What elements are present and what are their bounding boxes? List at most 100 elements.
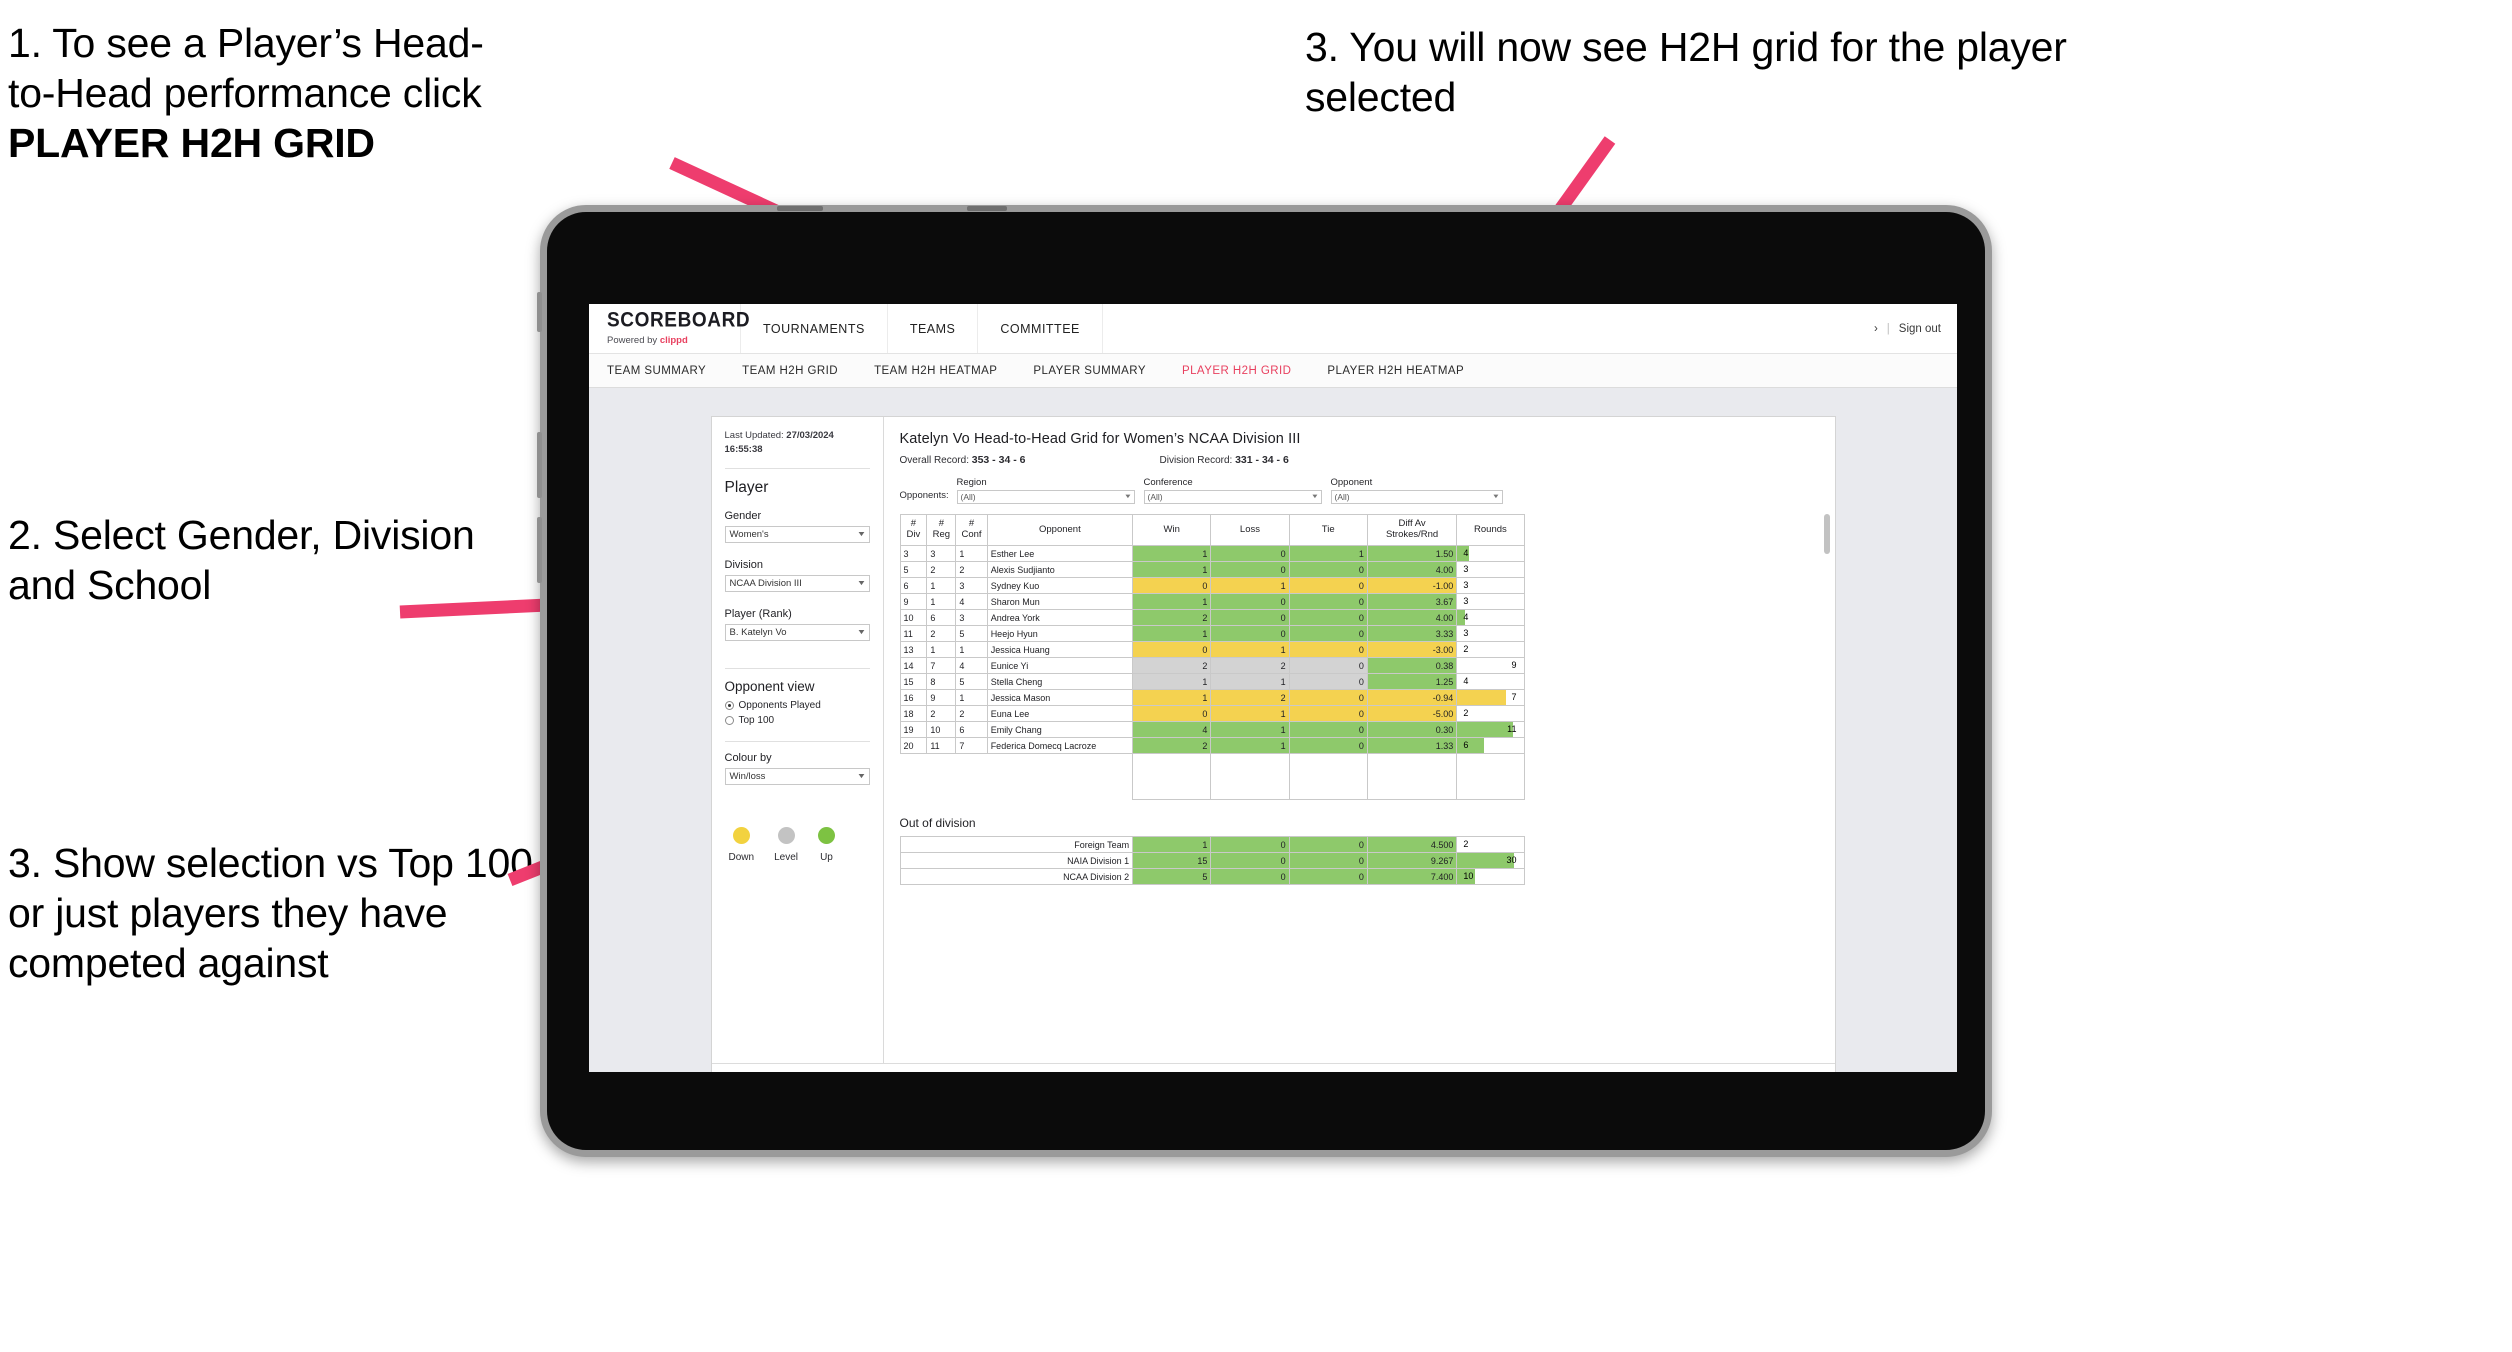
cell-tie: 0 — [1288, 868, 1368, 885]
cell-win: 1 — [1132, 625, 1212, 642]
rect-select-icon[interactable] — [864, 1072, 880, 1073]
table-row[interactable]: 6 1 3 Sydney Kuo 0 1 0 -1.00 3 — [899, 577, 1525, 594]
cell-tie: 0 — [1288, 721, 1368, 738]
player-rank-select[interactable]: B. Katelyn Vo ▼ — [724, 623, 870, 641]
annotation-step-3-right: 3. You will now see H2H grid for the pla… — [1305, 24, 2078, 121]
gender-select[interactable]: Women's ▼ — [724, 525, 870, 543]
table-row[interactable]: 14 7 4 Eunice Yi 2 2 0 0.38 9 — [899, 657, 1525, 674]
pause-icon[interactable] — [836, 1072, 852, 1073]
radio-opponents-played[interactable]: Opponents Played — [724, 700, 870, 711]
opponent-filters: Opponents: Region (All) ▼ Conference (Al… — [900, 477, 1818, 504]
brand-logo[interactable]: SCOREBOARD Powered by clippd — [589, 304, 750, 353]
cell-reg: 9 — [926, 689, 957, 706]
division-select[interactable]: NCAA Division III ▼ — [724, 574, 870, 592]
cell-reg: 11 — [926, 737, 957, 754]
table-row[interactable]: 16 9 1 Jessica Mason 1 2 0 -0.94 7 — [899, 689, 1525, 706]
refresh-icon[interactable] — [808, 1072, 824, 1073]
tab-player-summary[interactable]: PLAYER SUMMARY — [1033, 365, 1168, 377]
annotation-step-1-bold: PLAYER H2H GRID — [8, 120, 375, 167]
chevron-right-icon[interactable]: › — [1874, 323, 1878, 335]
cell-loss: 1 — [1210, 705, 1290, 722]
share-button[interactable]: Share — [1775, 1072, 1823, 1073]
cell-win: 0 — [1132, 577, 1212, 594]
col-tie[interactable]: Tie — [1288, 514, 1368, 546]
sidebar-player-heading: Player — [724, 478, 769, 496]
tab-team-h2h-heatmap[interactable]: TEAM H2H HEATMAP — [874, 365, 1019, 377]
cell-diff: 1.33 — [1366, 737, 1458, 754]
tab-team-h2h-grid[interactable]: TEAM H2H GRID — [742, 365, 860, 377]
share-icon — [1775, 1072, 1791, 1073]
header-separator: | — [1886, 322, 1890, 335]
table-row[interactable]: NCAA Division 2 5 0 0 7.400 10 — [899, 868, 1525, 885]
cell-loss: 0 — [1210, 609, 1290, 626]
table-row[interactable]: 9 1 4 Sharon Mun 1 0 0 3.67 3 — [899, 593, 1525, 610]
region-filter-value: (All) — [960, 492, 976, 502]
colour-by-value: Win/loss — [729, 770, 766, 782]
cell-reg: 1 — [926, 641, 957, 658]
volume-up-button[interactable] — [537, 432, 542, 498]
table-row[interactable]: 18 2 2 Euna Lee 0 1 0 -5.00 2 — [899, 705, 1525, 722]
cell-win: 0 — [1132, 641, 1212, 658]
col-div[interactable]: # Div — [899, 514, 928, 546]
cell-win: 1 — [1132, 689, 1212, 706]
topnav-teams[interactable]: TEAMS — [888, 304, 979, 353]
table-row[interactable]: 10 6 3 Andrea York 2 0 0 4.00 4 — [899, 609, 1525, 626]
table-row[interactable]: 5 2 2 Alexis Sudjianto 1 0 0 4.00 3 — [899, 561, 1525, 578]
radio-top-100[interactable]: Top 100 — [724, 715, 870, 726]
cell-tie: 0 — [1288, 593, 1368, 610]
view-original-button[interactable]: View: Original — [974, 1072, 1057, 1073]
cell-rounds: 2 — [1456, 836, 1525, 853]
clock-icon[interactable] — [933, 1072, 949, 1073]
legend-down-label: Down — [728, 851, 755, 863]
watch-icon — [1621, 1072, 1637, 1073]
download-button[interactable]: ▼ — [1707, 1072, 1735, 1073]
table-row[interactable]: 20 11 7 Federica Domecq Lacroze 2 1 0 1.33 6 — [899, 737, 1525, 754]
tab-player-h2h-grid[interactable]: PLAYER H2H GRID — [1182, 365, 1313, 377]
col-win[interactable]: Win — [1132, 514, 1212, 546]
save-custom-view-button[interactable]: Save Custom View — [1068, 1072, 1173, 1073]
topnav-tournaments[interactable]: TOURNAMENTS — [741, 304, 888, 353]
legend-up-label: Up — [820, 851, 833, 863]
conference-filter-select[interactable]: (All) ▼ — [1143, 490, 1322, 504]
table-row[interactable]: Foreign Team 1 0 0 4.500 2 — [899, 836, 1525, 853]
undo-icon[interactable] — [724, 1072, 740, 1073]
table-row[interactable]: 15 8 5 Stella Cheng 1 1 0 1.25 4 — [899, 673, 1525, 690]
colour-by-select[interactable]: Win/loss ▼ — [724, 767, 870, 785]
table-row[interactable]: 19 10 6 Emily Chang 4 1 0 0.30 11 — [899, 721, 1525, 738]
cell-div: 13 — [899, 641, 928, 658]
col-opponent[interactable]: Opponent — [986, 514, 1134, 546]
col-conf[interactable]: # Conf — [955, 514, 988, 546]
grid-scrollbar[interactable] — [1823, 514, 1830, 554]
volume-down-button[interactable] — [537, 517, 542, 583]
watch-button[interactable]: Watch ▼ — [1621, 1072, 1682, 1073]
sidebar-divider-2 — [724, 667, 870, 669]
cell-conf: 2 — [955, 705, 988, 722]
tab-player-h2h-heatmap[interactable]: PLAYER H2H HEATMAP — [1327, 365, 1486, 377]
col-reg[interactable]: # Reg — [926, 514, 957, 546]
cell-div: 14 — [899, 657, 928, 674]
region-filter-select[interactable]: (All) ▼ — [956, 490, 1135, 504]
opponent-filter-select[interactable]: (All) ▼ — [1330, 490, 1503, 504]
col-rounds[interactable]: Rounds — [1456, 514, 1525, 546]
h2h-table-body: 3 3 1 Esther Lee 1 0 1 1.50 4 5 2 2 Alexis Sudjianto… — [899, 545, 1525, 800]
cell-conf: 6 — [955, 721, 988, 738]
power-button[interactable] — [537, 292, 542, 332]
fullscreen-icon[interactable] — [1747, 1072, 1763, 1073]
sign-out-link[interactable]: Sign out — [1899, 323, 1941, 335]
tab-team-summary[interactable]: TEAM SUMMARY — [607, 365, 728, 377]
revert-icon[interactable] — [780, 1072, 796, 1073]
table-row[interactable]: 3 3 1 Esther Lee 1 0 1 1.50 4 — [899, 545, 1525, 562]
chevron-down-icon: ▼ — [856, 530, 866, 538]
redo-icon[interactable] — [752, 1072, 768, 1073]
rounds-value: 9 — [1511, 660, 1517, 670]
dropdown-caret[interactable]: ▼ — [892, 1072, 908, 1073]
out-of-division-table: Foreign Team 1 0 0 4.500 2 NAIA Division 1 15 0 0… — [899, 836, 1525, 885]
col-diff[interactable]: Diff Av Strokes/Rnd — [1366, 514, 1458, 546]
opponent-filter: Opponent (All) ▼ — [1330, 477, 1503, 504]
table-row[interactable]: 11 2 5 Heejo Hyun 1 0 0 3.33 3 — [899, 625, 1525, 642]
col-loss[interactable]: Loss — [1210, 514, 1290, 546]
table-row[interactable]: NAIA Division 1 15 0 0 9.267 30 — [899, 852, 1525, 869]
table-row[interactable]: 13 1 1 Jessica Huang 0 1 0 -3.00 2 — [899, 641, 1525, 658]
cell-rounds: 4 — [1456, 545, 1525, 562]
topnav-committee[interactable]: COMMITTEE — [978, 304, 1103, 353]
